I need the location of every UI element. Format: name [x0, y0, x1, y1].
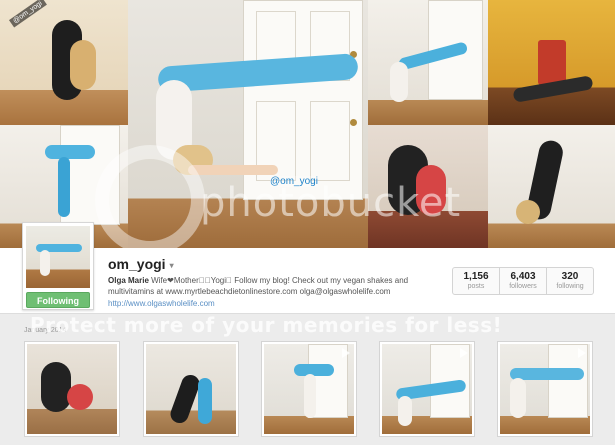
photo-thumb[interactable] [379, 341, 475, 437]
video-icon [578, 348, 586, 358]
cover-photo-6[interactable] [488, 125, 615, 248]
shrine [538, 40, 566, 85]
yoga-figure-arm [188, 165, 278, 175]
yoga-figure-body [40, 250, 50, 276]
thumb-image [27, 344, 117, 434]
thumb-image [264, 344, 354, 434]
avatar[interactable] [26, 226, 90, 288]
profile-stats: 1,156 posts 6,403 followers 320 followin… [452, 267, 594, 295]
bio-name: Olga Marie [108, 276, 149, 285]
yoga-figure-body [390, 62, 408, 102]
photobucket-logo-icon [95, 145, 205, 248]
photo-thumb[interactable] [24, 341, 120, 437]
stat-label: posts [467, 283, 485, 290]
photo-grid [24, 341, 596, 441]
cover-mosaic: @om_yogi photobucket @om_yogi [0, 0, 615, 248]
cover-photo-1[interactable]: @om_yogi [0, 0, 128, 125]
stat-following[interactable]: 320 following [547, 268, 593, 294]
username-text: om_yogi [108, 256, 166, 272]
profile-avatar-card: Following [22, 222, 94, 310]
yoga-figure [45, 145, 95, 159]
chevron-down-icon[interactable]: ▾ [170, 261, 174, 270]
yoga-figure-body [58, 157, 70, 217]
thumb-image [382, 344, 472, 434]
website-link[interactable]: http://www.olgaswholelife.com [108, 299, 215, 308]
photo-tag: @om_yogi [270, 176, 318, 187]
watermark-bottom: Protect more of your memories for less! [30, 313, 503, 337]
cover-photo-3[interactable] [368, 0, 488, 125]
thumb-image [146, 344, 236, 434]
photo-thumb[interactable] [143, 341, 239, 437]
photo-tag: @om_yogi [8, 0, 47, 28]
stat-value: 6,403 [510, 271, 536, 282]
photo-thumb[interactable] [497, 341, 593, 437]
yoga-figure-hair [516, 200, 540, 224]
video-icon [342, 348, 350, 358]
watermark-top: photobucket [200, 180, 462, 226]
profile-bio: Olga Marie Wife❤Mother󾌧󾌧Yogi󾓤 Follow my … [108, 275, 443, 297]
video-icon [460, 348, 468, 358]
stat-value: 1,156 [463, 271, 489, 282]
photo-thumb[interactable] [261, 341, 357, 437]
yoga-figure-hair [70, 40, 96, 90]
bio-text: Wife❤Mother󾌧󾌧Yogi󾓤 Follow my blog! Check… [108, 276, 409, 296]
profile-username: om_yogi ▾ [108, 256, 174, 272]
stat-followers[interactable]: 6,403 followers [500, 268, 547, 294]
cover-photo-4[interactable] [488, 0, 615, 125]
thumb-image [500, 344, 590, 434]
following-button[interactable]: Following [26, 292, 90, 308]
stat-value: 320 [561, 271, 579, 282]
stat-label: following [556, 283, 584, 290]
stat-label: followers [509, 283, 537, 290]
stat-posts[interactable]: 1,156 posts [453, 268, 500, 294]
